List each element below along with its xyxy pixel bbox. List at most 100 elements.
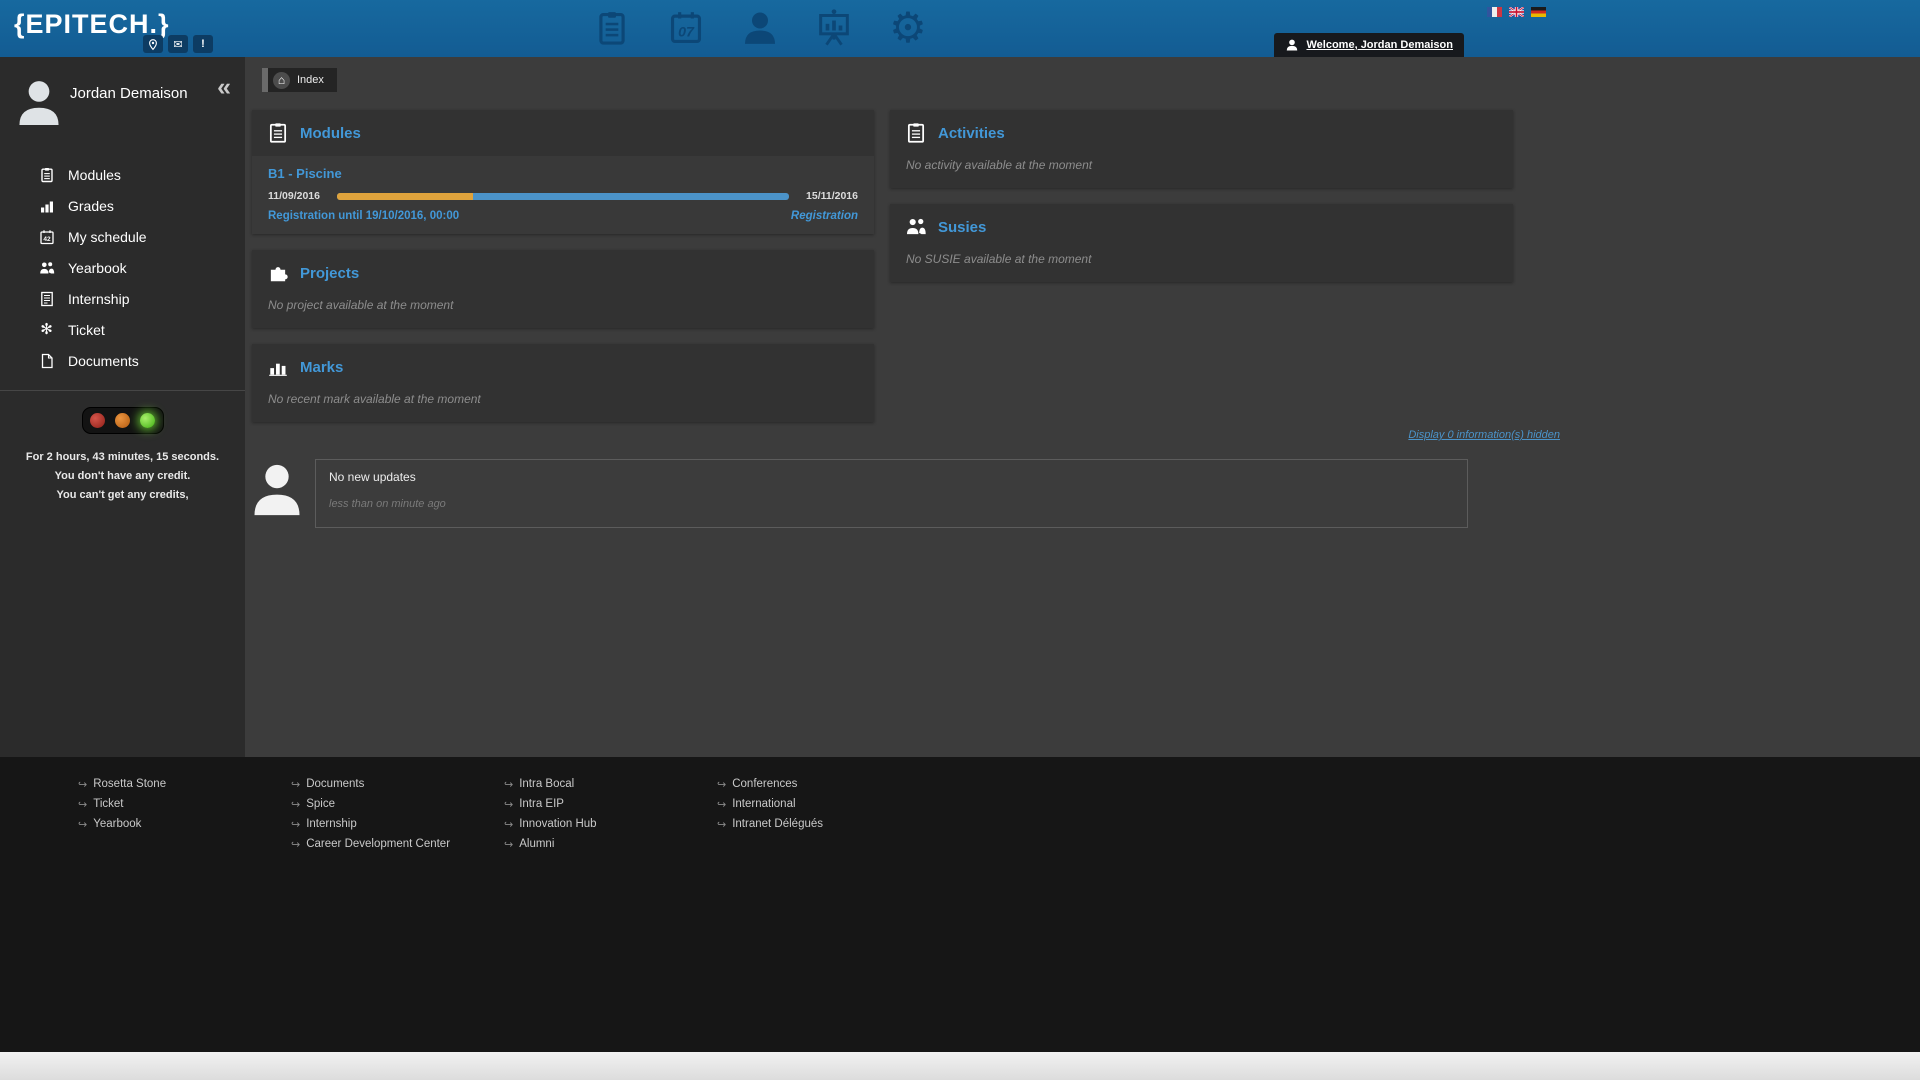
footer-link-international[interactable]: ↪International — [717, 794, 930, 814]
main-content: ⌂ Index Modules B1 - Piscine 11/09/2016 — [245, 57, 1920, 757]
alert-icon[interactable]: ! — [193, 35, 213, 53]
projects-card-title[interactable]: Projects — [300, 265, 359, 282]
link-icon: ↪ — [78, 798, 87, 811]
link-icon: ↪ — [504, 838, 513, 851]
activities-card-header: Activities — [890, 110, 1513, 156]
activities-empty-text: No activity available at the moment — [890, 156, 1513, 188]
avatar[interactable] — [16, 75, 62, 127]
footer-link-conferences[interactable]: ↪Conferences — [717, 774, 930, 794]
topbar-marks-icon[interactable] — [812, 6, 856, 50]
footer-link-label: Spice — [306, 798, 335, 810]
people-icon — [38, 260, 55, 276]
settings-gear-icon[interactable]: ⚙ — [886, 6, 930, 50]
bottom-strip — [0, 1052, 1920, 1080]
link-icon: ↪ — [291, 818, 300, 831]
footer-link-label: Alumni — [519, 838, 554, 850]
activities-card: Activities No activity available at the … — [890, 110, 1513, 188]
updates-title: No new updates — [329, 470, 1454, 484]
footer-link-ticket[interactable]: ↪Ticket — [78, 794, 291, 814]
sidebar-item-internship[interactable]: Internship — [0, 283, 245, 314]
ticket-icon: ✻ — [38, 322, 55, 337]
footer-link-internship[interactable]: ↪Internship — [291, 814, 504, 834]
sidebar-item-grades[interactable]: Grades — [0, 190, 245, 221]
module-registration-row: Registration until 19/10/2016, 00:00 Reg… — [268, 210, 858, 222]
footer: ↪Rosetta Stone ↪Ticket ↪ Yearbook ↪ Docume… — [0, 757, 1920, 1052]
registration-link[interactable]: Registration — [791, 210, 858, 222]
footer-link-documents[interactable]: ↪ Documents — [291, 774, 504, 794]
welcome-user-button[interactable]: Welcome, Jordan Demaison — [1274, 33, 1464, 57]
link-icon: ↪ — [291, 778, 300, 791]
link-icon: ↪ — [504, 778, 513, 791]
flag-france-icon[interactable] — [1487, 7, 1502, 17]
activities-card-title[interactable]: Activities — [938, 125, 1005, 142]
susies-card-title[interactable]: Susies — [938, 219, 986, 236]
link-icon: ↪ — [717, 798, 726, 811]
sidebar-item-label: Yearbook — [68, 260, 127, 276]
sidebar-item-ticket[interactable]: ✻ Ticket — [0, 314, 245, 345]
footer-link-label: Career Development Center — [306, 838, 450, 850]
sidebar-item-schedule[interactable]: 42 My schedule — [0, 221, 245, 252]
footer-link-alumni[interactable]: ↪ Alumni — [504, 834, 717, 854]
sidebar-collapse-button[interactable]: « — [217, 75, 231, 100]
footer-link-intra-eip[interactable]: ↪Intra EIP — [504, 794, 717, 814]
footer-link-spice[interactable]: ↪ Spice — [291, 794, 504, 814]
footer-column-1: ↪Rosetta Stone ↪Ticket ↪ Yearbook — [78, 774, 291, 834]
link-icon: ↪ — [291, 798, 300, 811]
updates-box: No new updates less than on minute ago — [315, 459, 1468, 528]
display-hidden-info-link[interactable]: Display 0 information(s) hidden — [1408, 429, 1560, 441]
sidebar-item-label: Documents — [68, 353, 139, 369]
link-icon: ↪ — [78, 818, 87, 831]
module-entry: B1 - Piscine 11/09/2016 15/11/2016 Regis… — [252, 156, 874, 234]
sidebar-item-label: Ticket — [68, 322, 105, 338]
footer-link-label: Conferences — [732, 778, 797, 790]
module-name-link[interactable]: B1 - Piscine — [268, 166, 858, 181]
location-icon[interactable] — [143, 35, 163, 53]
alert-glyph: ! — [201, 38, 205, 50]
module-start-date: 11/09/2016 — [268, 190, 320, 202]
module-progress-row: 11/09/2016 15/11/2016 — [268, 190, 858, 202]
flag-germany-icon[interactable] — [1531, 7, 1546, 17]
modules-card-title[interactable]: Modules — [300, 125, 361, 142]
footer-link-label: Documents — [306, 778, 364, 790]
flag-uk-icon[interactable] — [1509, 7, 1524, 17]
module-end-date: 15/11/2016 — [806, 190, 858, 202]
mail-icon[interactable]: ✉ — [168, 35, 188, 53]
footer-link-rosetta-stone[interactable]: ↪Rosetta Stone — [78, 774, 291, 794]
marks-card-header: Marks — [252, 344, 874, 390]
sidebar-item-yearbook[interactable]: Yearbook — [0, 252, 245, 283]
footer-link-career-development-center[interactable]: ↪Career Development Center — [291, 834, 504, 854]
footer-link-intra-bocal[interactable]: ↪Intra Bocal — [504, 774, 717, 794]
people-icon — [905, 216, 927, 238]
sidebar-user-name: Jordan Demaison — [70, 85, 188, 102]
link-icon: ↪ — [717, 818, 726, 831]
footer-link-label: Yearbook — [93, 818, 141, 830]
link-icon: ↪ — [78, 778, 87, 791]
link-icon: ↪ — [504, 818, 513, 831]
traffic-amber-light — [115, 413, 130, 428]
module-progress-fill — [337, 193, 473, 200]
updates-timestamp: less than on minute ago — [329, 498, 1454, 510]
puzzle-icon — [267, 262, 289, 284]
footer-link-innovation-hub[interactable]: ↪ Innovation Hub — [504, 814, 717, 834]
marks-card-title[interactable]: Marks — [300, 359, 343, 376]
topbar-profile-icon[interactable] — [738, 6, 782, 50]
svg-text:07: 07 — [678, 25, 695, 41]
projects-empty-text: No project available at the moment — [252, 296, 874, 328]
profile-block: Jordan Demaison « — [0, 75, 245, 133]
topbar: {EPITECH.} ✉ ! 07 ⚙ Welcome, Jordan Dema… — [0, 0, 1920, 57]
module-progress-bar — [337, 193, 789, 200]
sidebar-item-modules[interactable]: Modules — [0, 159, 245, 190]
projects-card-header: Projects — [252, 250, 874, 296]
breadcrumb[interactable]: ⌂ Index — [262, 68, 337, 92]
topbar-schedule-icon[interactable]: 07 — [664, 6, 708, 50]
footer-link-intranet-delegues[interactable]: ↪Intranet Délégués — [717, 814, 930, 834]
topbar-nav: 07 ⚙ — [590, 6, 930, 50]
bar-chart-icon — [267, 356, 289, 378]
status-line-uptime: For 2 hours, 43 minutes, 15 seconds. — [0, 448, 245, 467]
sidebar-item-label: Modules — [68, 167, 121, 183]
topbar-modules-icon[interactable] — [590, 6, 634, 50]
sidebar-item-documents[interactable]: Documents — [0, 345, 245, 376]
footer-link-yearbook[interactable]: ↪ Yearbook — [78, 814, 291, 834]
home-icon: ⌂ — [273, 72, 290, 89]
footer-link-label: Innovation Hub — [519, 818, 596, 830]
